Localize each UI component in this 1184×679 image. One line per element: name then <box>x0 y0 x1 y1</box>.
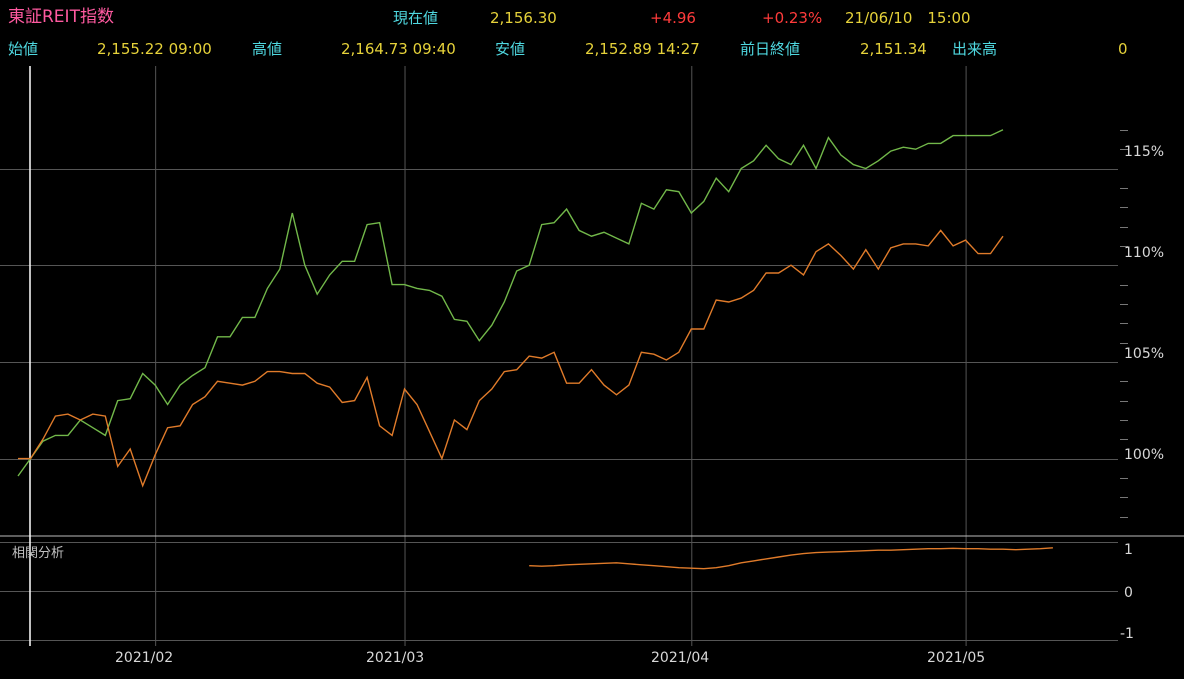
y-tick-label: 115% <box>1124 144 1165 160</box>
correlation-line <box>529 547 1053 570</box>
correlation-series-group <box>529 547 1053 570</box>
x-tick-label: 2021/02 <box>115 650 174 666</box>
sub-y-tick-label: 0 <box>1124 585 1133 601</box>
y-tick-label: 110% <box>1124 245 1165 261</box>
grid-lines <box>0 66 1128 646</box>
sub-y-tick-label: 1 <box>1124 542 1133 558</box>
sub-y-tick-label: -1 <box>1120 626 1134 642</box>
orange-series-line <box>18 229 1004 488</box>
main-series-group <box>17 129 1004 488</box>
y-tick-label: 100% <box>1124 447 1165 463</box>
x-tick-label: 2021/05 <box>927 650 986 666</box>
x-tick-label: 2021/03 <box>366 650 425 666</box>
y-tick-label: 105% <box>1124 346 1165 362</box>
price-chart[interactable] <box>0 0 1184 679</box>
green-series-line <box>17 129 1004 477</box>
x-tick-label: 2021/04 <box>651 650 710 666</box>
correlation-panel-label: 相関分析 <box>12 546 65 561</box>
